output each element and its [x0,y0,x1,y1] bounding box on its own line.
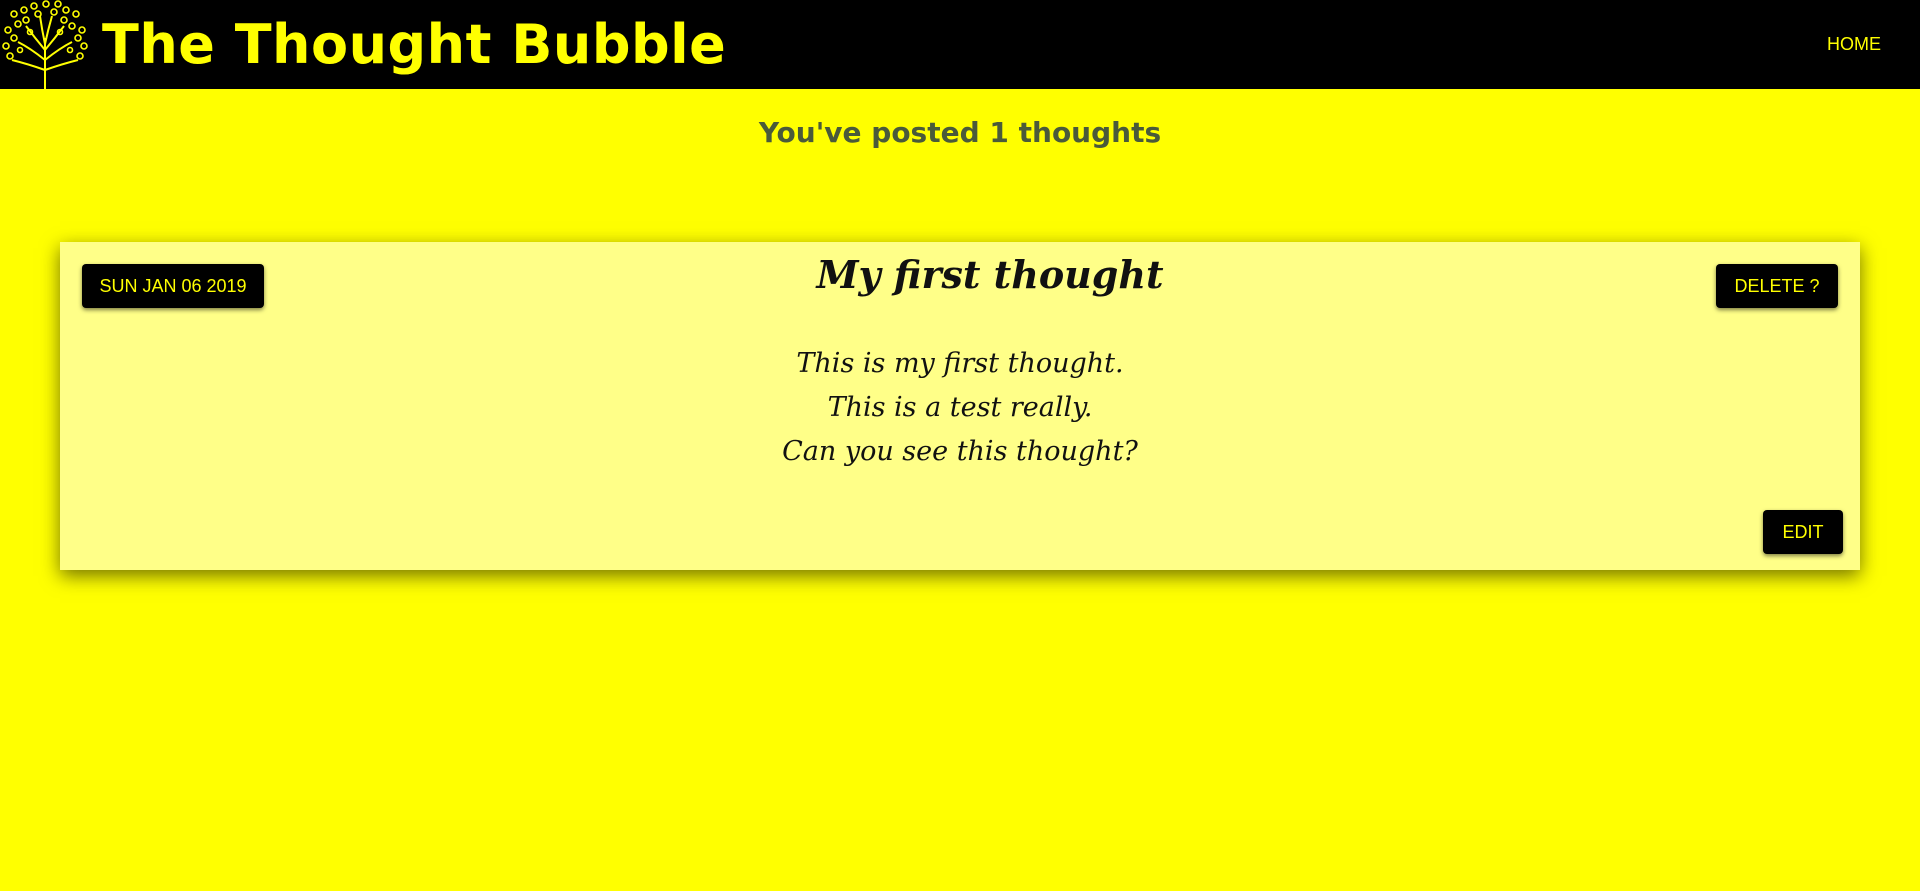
thought-line: This is my first thought. [796,348,1124,379]
thought-body: This is my first thought. This is a test… [60,342,1860,474]
thought-count-heading: You've posted 1 thoughts [758,116,1162,149]
thought-title: My first thought [816,252,1164,297]
delete-button[interactable]: DELETE ? [1716,264,1838,308]
tree-icon [2,0,88,90]
thought-line: Can you see this thought? [782,436,1138,467]
site-title: The Thought Bubble [102,13,727,76]
thought-card: SUN JAN 06 2019 My first thought DELETE … [60,242,1860,570]
top-navbar: The Thought Bubble HOME [0,0,1920,90]
nav-home-link[interactable]: HOME [1827,34,1881,55]
edit-button[interactable]: EDIT [1763,510,1843,554]
thought-line: This is a test really. [827,392,1093,423]
